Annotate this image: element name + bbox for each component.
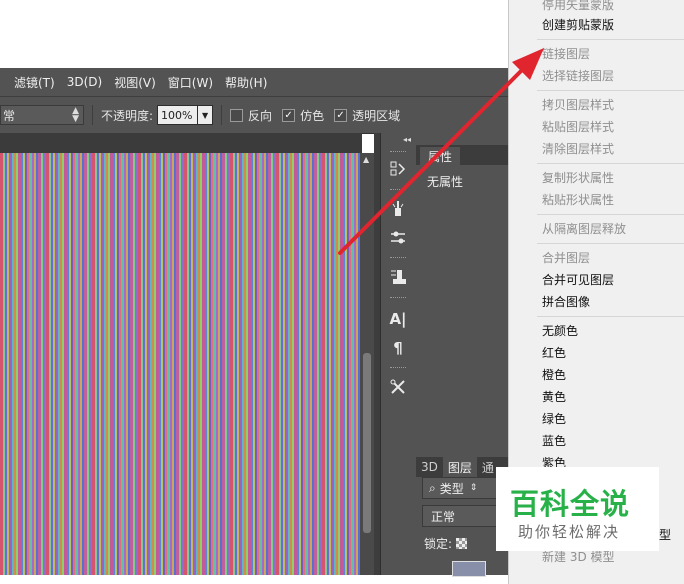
dither-label: 仿色 — [300, 108, 325, 123]
kind-filter-label: 类型 — [439, 481, 464, 496]
scroll-up-icon[interactable]: ▲ — [363, 155, 369, 164]
checkbox-empty-icon[interactable] — [230, 108, 244, 122]
mode-value: 常 — [3, 108, 16, 123]
menu-item-link-layers[interactable]: 链接图层 — [542, 43, 590, 63]
character-icon[interactable]: A| — [387, 308, 409, 330]
watermark-title: 百科全说 — [510, 487, 631, 521]
menu-item-yellow[interactable]: 黄色 — [542, 386, 566, 406]
grip-handle[interactable] — [390, 257, 406, 260]
panel-icon-strip: ◂◂ A| ¶ — [380, 133, 417, 575]
menu-item-merge-layers[interactable]: 合并图层 — [542, 247, 590, 267]
lock-transparent-pixels-icon[interactable] — [456, 538, 468, 549]
grip-handle[interactable] — [390, 367, 406, 370]
clone-source-icon[interactable] — [387, 266, 409, 288]
document-canvas[interactable] — [0, 153, 360, 575]
checkbox-checked-icon[interactable]: ✓ — [282, 108, 296, 122]
brush-presets-icon[interactable] — [387, 198, 409, 220]
menu-separator — [537, 163, 684, 164]
reverse-label: 反向 — [248, 108, 273, 123]
grip-handle[interactable] — [390, 297, 406, 300]
tool-presets-icon[interactable] — [387, 376, 409, 398]
menu-window[interactable]: 窗口(W) — [162, 74, 219, 91]
lock-row: 锁定: — [424, 535, 468, 552]
menu-item-green[interactable]: 绿色 — [542, 408, 566, 428]
lock-label: 锁定: — [424, 537, 453, 551]
watermark: 百科全说 助你轻松解决 — [496, 467, 659, 551]
divider — [92, 105, 93, 125]
grip-handle[interactable] — [390, 151, 406, 154]
menu-item-partial[interactable]: 型 — [659, 524, 671, 544]
menu-item-no-color[interactable]: 无颜色 — [542, 320, 578, 340]
opacity-field[interactable]: 100% ▼ — [157, 105, 214, 125]
menu-bar: 滤镜(T) 3D(D) 视图(V) 窗口(W) 帮助(H) — [0, 68, 508, 97]
search-icon: ⌕ — [429, 480, 436, 495]
menu-item-create-clipping-mask[interactable]: 创建剪贴蒙版 — [542, 14, 614, 34]
no-properties-text: 无属性 — [427, 175, 464, 189]
scrollbar-thumb[interactable] — [363, 353, 371, 533]
menu-separator — [537, 90, 684, 91]
vertical-scrollbar[interactable]: ▲ — [360, 153, 374, 575]
grip-handle[interactable] — [390, 189, 406, 192]
menu-item-clear-layer-style[interactable]: 清除图层样式 — [542, 138, 614, 158]
dropdown-arrow-icon[interactable]: ▼ — [198, 105, 214, 125]
menu-separator — [537, 39, 684, 40]
properties-tab-bar: 属性 — [416, 145, 508, 165]
transparency-checkbox[interactable]: ✓ 透明区域 — [334, 107, 400, 124]
paragraph-icon[interactable]: ¶ — [387, 337, 409, 359]
menu-item-copy-layer-style[interactable]: 拷贝图层样式 — [542, 94, 614, 114]
history-icon[interactable] — [387, 158, 409, 180]
menu-filter[interactable]: 滤镜(T) — [0, 74, 61, 91]
options-bar: 常 ▲ ▼ 不透明度: 100% ▼ 反向 ✓ 仿色 ✓ 透明区域 — [0, 97, 508, 134]
menu-item-orange[interactable]: 橙色 — [542, 364, 566, 384]
menu-item-flatten-image[interactable]: 拼合图像 — [542, 291, 590, 311]
menu-item-paste-layer-style[interactable]: 粘贴图层样式 — [542, 116, 614, 136]
mode-select[interactable]: 常 ▲ ▼ — [0, 105, 84, 125]
menu-separator — [537, 214, 684, 215]
opacity-label: 不透明度: — [101, 108, 154, 123]
opacity-value[interactable]: 100% — [157, 105, 199, 125]
menu-item-blue[interactable]: 蓝色 — [542, 430, 566, 450]
transparency-label: 透明区域 — [352, 108, 401, 123]
tab-3d[interactable]: 3D — [416, 457, 443, 477]
menu-item-select-linked-layers[interactable]: 选择链接图层 — [542, 65, 614, 85]
collapse-panels-icon[interactable]: ◂◂ — [403, 135, 411, 144]
watermark-subtitle: 助你轻松解决 — [518, 523, 621, 541]
menu-item-release-from-isolation[interactable]: 从隔离图层释放 — [542, 218, 626, 238]
dither-checkbox[interactable]: ✓ 仿色 — [282, 107, 324, 124]
layers-tab-bar: 3D 图层 通 — [416, 457, 508, 477]
menu-3d[interactable]: 3D(D) — [61, 75, 108, 89]
menu-item-red[interactable]: 红色 — [542, 342, 566, 362]
divider — [221, 105, 223, 125]
menu-item-paste-shape-attributes[interactable]: 粘贴形状属性 — [542, 189, 614, 209]
reverse-checkbox[interactable]: 反向 — [230, 107, 272, 124]
updown-arrows-icon: ▲ ▼ — [72, 106, 79, 124]
menu-item-copy-shape-attributes[interactable]: 复制形状属性 — [542, 167, 614, 187]
document-top-bar — [0, 133, 362, 153]
blend-mode-value: 正常 — [431, 509, 456, 524]
right-panels: 属性 无属性 3D 图层 通 ⌕ 类型 ⇕ 正常 锁定: — [416, 133, 508, 577]
menu-item-disable-vector-mask[interactable]: 停用矢量蒙版 — [542, 0, 614, 14]
menu-help[interactable]: 帮助(H) — [219, 74, 273, 91]
menu-separator — [537, 243, 684, 244]
menu-separator — [537, 316, 684, 317]
menu-view[interactable]: 视图(V) — [108, 74, 162, 91]
updown-arrows-icon: ⇕ — [469, 483, 478, 493]
tab-properties[interactable]: 属性 — [420, 147, 461, 165]
checkbox-checked-icon[interactable]: ✓ — [334, 108, 348, 122]
menu-item-merge-visible[interactable]: 合并可见图层 — [542, 269, 614, 289]
brush-settings-icon[interactable] — [387, 227, 409, 249]
tab-layers[interactable]: 图层 — [442, 457, 477, 477]
